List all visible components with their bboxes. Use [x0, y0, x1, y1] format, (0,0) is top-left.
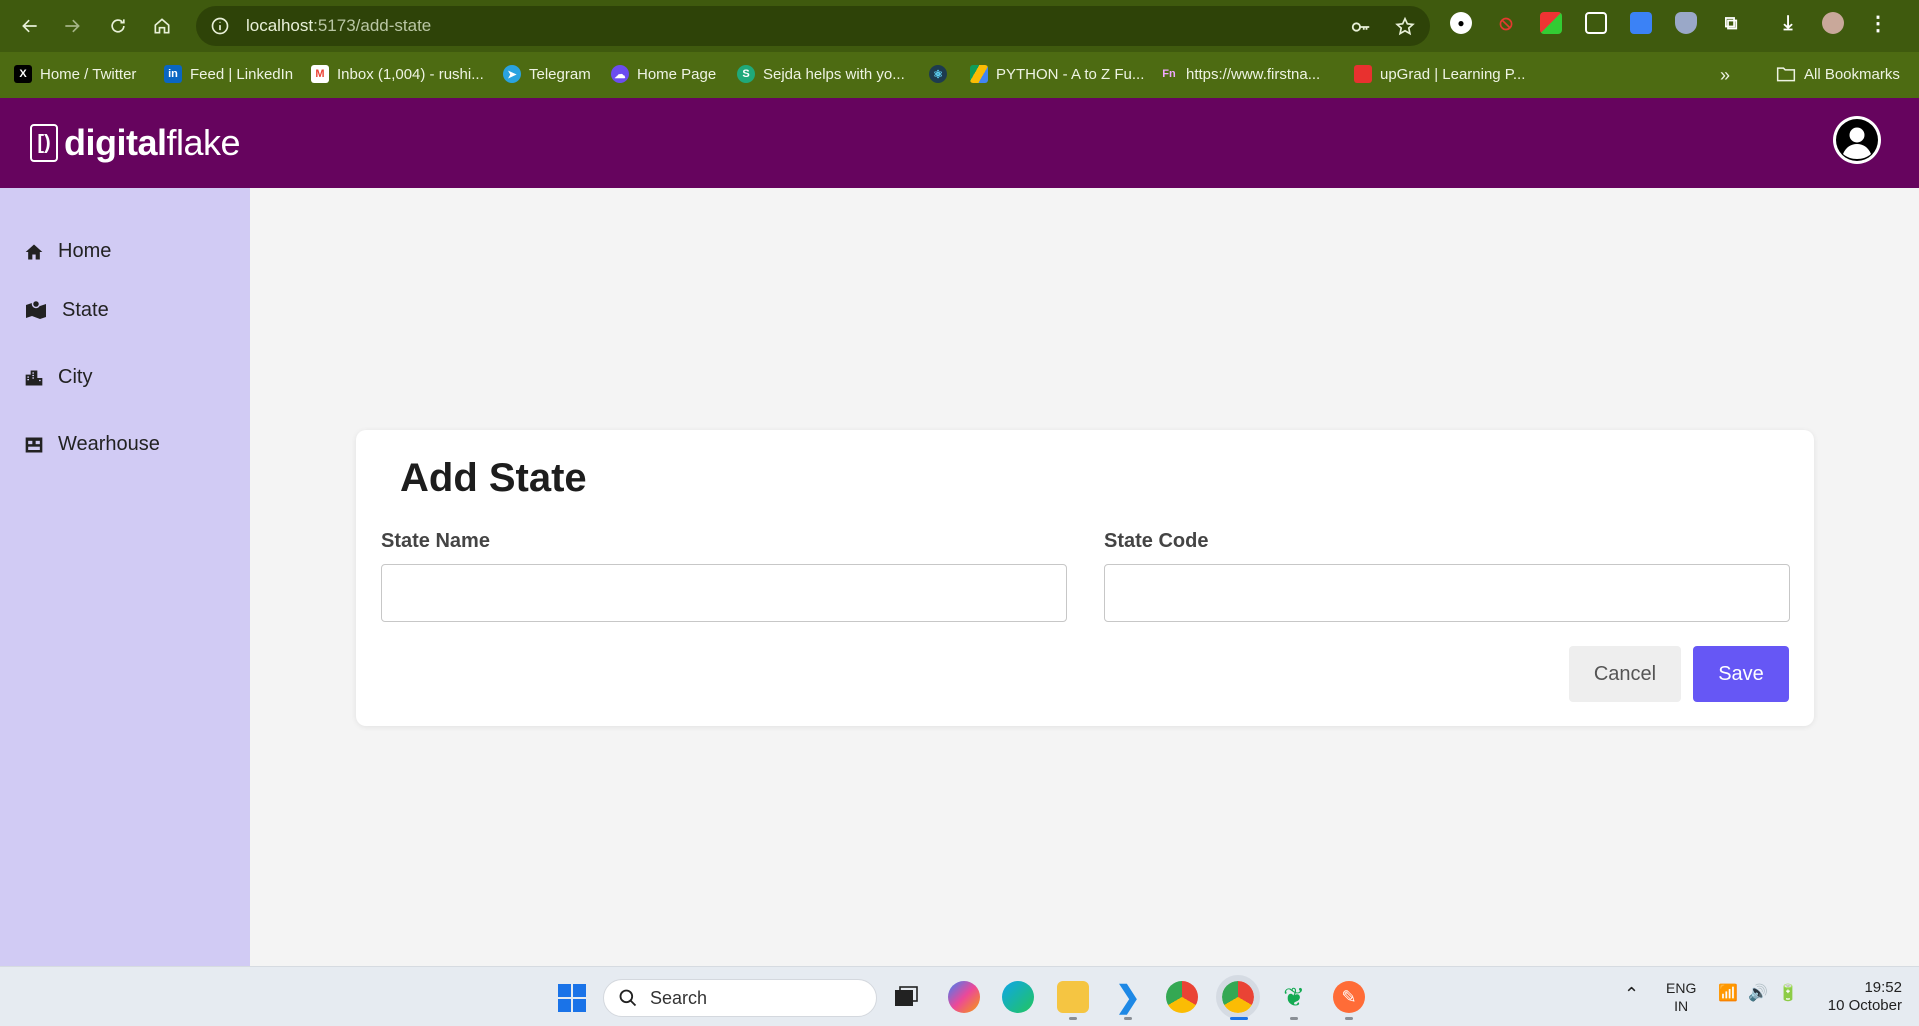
extension-block-icon[interactable]: ⦸ [1495, 12, 1517, 34]
extension-window-icon[interactable] [1585, 12, 1607, 34]
city-icon [25, 370, 43, 385]
chrome-profile-icon[interactable] [1216, 975, 1260, 1019]
cancel-button[interactable]: Cancel [1569, 646, 1681, 702]
sidebar-item-state[interactable]: State [24, 298, 109, 322]
mongodb-icon[interactable]: ❦ [1278, 981, 1310, 1013]
vscode-icon[interactable]: ❯ [1112, 981, 1144, 1014]
back-icon[interactable] [16, 12, 44, 40]
profile-avatar[interactable] [1822, 12, 1844, 34]
sidebar-item-home[interactable]: Home [24, 240, 111, 263]
folder-icon [1776, 67, 1796, 82]
reload-icon[interactable] [104, 12, 132, 40]
linkedin-icon: in [164, 65, 182, 83]
search-icon [619, 989, 637, 1007]
sidebar-item-wearhouse[interactable]: Wearhouse [24, 433, 160, 456]
running-indicator [1345, 1017, 1353, 1020]
volume-icon[interactable]: 🔊 [1748, 985, 1768, 1003]
save-button[interactable]: Save [1693, 646, 1789, 702]
sidebar-item-city[interactable]: City [24, 366, 92, 389]
cloud-icon: ☁ [611, 65, 629, 83]
map-icon [26, 299, 46, 319]
home-icon[interactable] [148, 12, 176, 40]
tray-overflow-icon[interactable]: ⌃ [1624, 985, 1639, 1003]
browser-toolbar: localhost:5173/add-state ● ⦸ ⧉ ⤓ ⋮ [0, 0, 1919, 52]
x-icon: X [14, 65, 32, 83]
bookmark-item[interactable]: M Inbox (1,004) - rushi... [311, 65, 484, 83]
windows-start-icon[interactable] [557, 983, 587, 1013]
house-icon [25, 244, 43, 259]
forward-icon[interactable] [58, 12, 86, 40]
chrome-icon[interactable] [1166, 981, 1198, 1013]
telegram-icon: ➤ [503, 65, 521, 83]
copilot-icon[interactable] [948, 981, 980, 1013]
state-code-input[interactable] [1104, 564, 1790, 622]
download-icon[interactable]: ⤓ [1777, 12, 1799, 34]
bookmark-item[interactable]: in Feed | LinkedIn [164, 65, 293, 83]
language-indicator[interactable]: ENG IN [1666, 979, 1696, 1015]
extension-shield-icon[interactable] [1675, 12, 1697, 34]
bookmark-star-icon[interactable] [1394, 16, 1416, 38]
react-icon: ⚛ [929, 65, 947, 83]
app-header [0, 98, 1919, 188]
all-bookmarks-folder[interactable]: All Bookmarks [1776, 65, 1900, 83]
warehouse-icon [25, 437, 43, 452]
address-bar[interactable]: localhost:5173/add-state [196, 6, 1430, 46]
edge-icon[interactable] [1002, 981, 1034, 1013]
extension-color-icon[interactable] [1540, 12, 1562, 34]
task-view-icon[interactable] [890, 981, 922, 1013]
taskbar: Search ❯ ❦ ✎ ⌃ ENG IN 📶 🔊 🔋 19:52 10 Octob… [0, 966, 1919, 1026]
fn-icon: Fn [1162, 68, 1176, 80]
bookmark-item[interactable]: X Home / Twitter [14, 65, 136, 83]
wifi-icon[interactable]: 📶 [1718, 985, 1738, 1003]
active-indicator [1230, 1017, 1248, 1020]
site-info-icon[interactable] [210, 16, 230, 36]
running-indicator [1124, 1017, 1132, 1020]
drive-icon [970, 65, 988, 83]
bookmarks-bar: X Home / Twitter in Feed | LinkedIn M Inbox… [0, 52, 1919, 98]
gmail-icon: M [311, 65, 329, 83]
clock[interactable]: 19:52 10 October [1818, 979, 1902, 1015]
state-name-input[interactable] [381, 564, 1067, 622]
logo-mark: [) [30, 124, 58, 162]
digitalflake-logo[interactable]: [) digitalflake [30, 122, 241, 164]
user-account-icon[interactable] [1831, 114, 1883, 166]
sejda-icon: S [737, 65, 755, 83]
sidebar: Home State City Wearhouse [0, 188, 250, 966]
bookmark-item[interactable]: upGrad | Learning P... [1354, 65, 1525, 83]
upgrad-icon [1354, 65, 1372, 83]
bookmark-item[interactable]: ☁ Home Page [611, 65, 716, 83]
bookmark-item[interactable]: Fn https://www.firstna... [1160, 65, 1320, 83]
more-bookmarks-icon[interactable]: » [1720, 65, 1730, 86]
bookmark-item[interactable]: PYTHON - A to Z Fu... [970, 65, 1144, 83]
file-explorer-icon[interactable] [1057, 981, 1089, 1013]
menu-kebab-icon[interactable]: ⋮ [1867, 12, 1889, 35]
page-title: Add State [400, 456, 587, 500]
extension-doc-icon[interactable] [1630, 12, 1652, 34]
postman-icon[interactable]: ✎ [1333, 981, 1365, 1013]
running-indicator [1069, 1017, 1077, 1020]
extensions-puzzle-icon[interactable]: ⧉ [1720, 12, 1742, 34]
bookmark-item[interactable]: ➤ Telegram [503, 65, 591, 83]
taskbar-search[interactable]: Search [603, 979, 877, 1017]
battery-icon[interactable]: 🔋 [1778, 985, 1798, 1003]
add-state-form: Add State State Name State Code Cancel S… [356, 430, 1814, 726]
bookmark-item[interactable]: ⚛ [929, 65, 955, 83]
state-code-label: State Code [1104, 530, 1209, 552]
bookmark-item[interactable]: S Sejda helps with yo... [737, 65, 905, 83]
url-text[interactable]: localhost:5173/add-state [246, 16, 431, 36]
state-name-label: State Name [381, 530, 490, 552]
running-indicator [1290, 1017, 1298, 1020]
key-icon[interactable] [1350, 16, 1372, 38]
extension-github-icon[interactable]: ● [1450, 12, 1472, 34]
